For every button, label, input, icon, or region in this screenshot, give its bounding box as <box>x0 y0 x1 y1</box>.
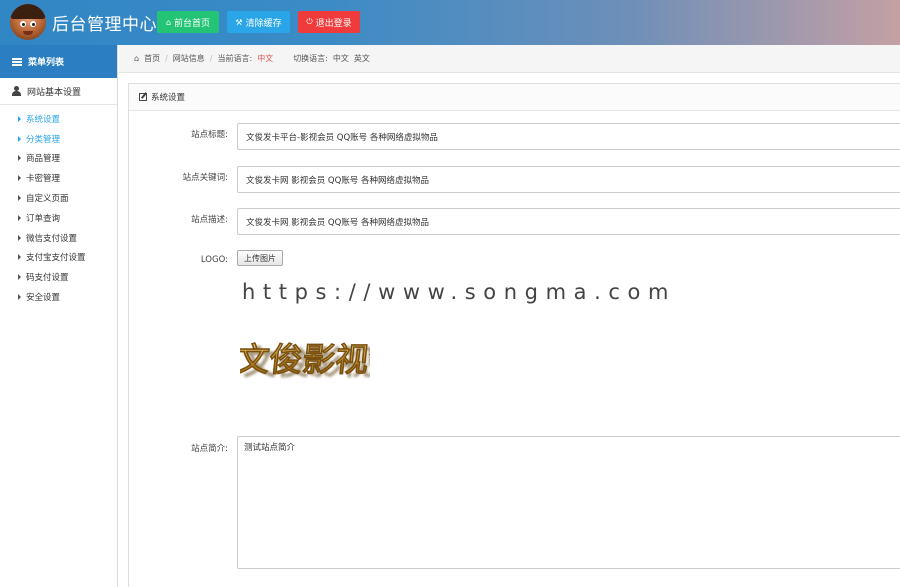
breadcrumb-section[interactable]: 网站信息 <box>173 53 205 64</box>
menu-heading: 菜单列表 <box>0 45 117 78</box>
caret-right-icon <box>18 294 21 301</box>
sidebar-group-site-settings[interactable]: 网站基本设置 <box>0 78 117 105</box>
sidebar-item-system-settings[interactable]: 系统设置 <box>0 109 117 129</box>
home-icon: ⌂ <box>134 54 140 63</box>
description-input[interactable]: 文俊发卡网 影视会员 QQ账号 各种网络虚拟物品 <box>237 208 900 235</box>
logout-button[interactable]: ⏻ 退出登录 <box>298 11 360 33</box>
wrench-icon: ⚒ <box>235 17 243 27</box>
sidebar-item-security[interactable]: 安全设置 <box>0 287 117 307</box>
site-title-input[interactable]: 文俊发卡平台-影视会员 QQ账号 各种网络虚拟物品 <box>237 123 900 150</box>
logo-label: LOGO: <box>200 255 228 265</box>
top-header: 后台管理中心 ⌂ 前台首页 ⚒ 清除缓存 ⏻ 退出登录 <box>0 0 900 45</box>
language-chinese-link[interactable]: 中文 <box>333 53 349 64</box>
current-language-label: 当前语言: <box>217 54 253 63</box>
svg-text:文俊影视会员: 文俊影视会员 <box>240 340 370 379</box>
user-icon <box>12 86 21 96</box>
caret-right-icon <box>18 175 21 182</box>
upload-image-button[interactable]: 上传图片 <box>237 250 283 266</box>
breadcrumb-home[interactable]: 首页 <box>144 53 160 64</box>
intro-textarea[interactable]: 测试站点简介 <box>237 436 900 569</box>
sidebar-item-wechat-pay[interactable]: 微信支付设置 <box>0 228 117 248</box>
frontend-home-button[interactable]: ⌂ 前台首页 <box>157 11 219 33</box>
keywords-label: 站点关键词: <box>182 173 228 183</box>
caret-right-icon <box>18 274 21 281</box>
caret-right-icon <box>18 115 21 122</box>
power-icon: ⏻ <box>306 17 313 26</box>
breadcrumb-separator: / <box>209 54 213 63</box>
switch-language-label: 切换语言: <box>293 54 328 63</box>
caret-right-icon <box>18 195 21 202</box>
watermark-text: https://www.songma.com <box>242 280 677 304</box>
sidebar-item-cards[interactable]: 卡密管理 <box>0 168 117 188</box>
clear-cache-button[interactable]: ⚒ 清除缓存 <box>227 11 290 33</box>
home-icon: ⌂ <box>165 17 172 27</box>
avatar <box>10 4 46 40</box>
intro-label: 站点简介: <box>191 444 228 454</box>
sidebar: 菜单列表 网站基本设置 系统设置 分类管理 商品管理 卡密管理 自定义页面 订单… <box>0 45 118 587</box>
caret-right-icon <box>18 214 21 221</box>
sidebar-item-custom-pages[interactable]: 自定义页面 <box>0 188 117 208</box>
sidebar-item-orders[interactable]: 订单查询 <box>0 208 117 228</box>
edit-icon <box>139 93 147 101</box>
breadcrumb: ⌂ 首页 / 网站信息 / 当前语言: 中文 切换语言: 中文 英文 <box>119 45 900 73</box>
caret-right-icon <box>18 234 21 241</box>
app-title: 后台管理中心 <box>52 15 157 35</box>
keywords-input[interactable]: 文俊发卡网 影视会员 QQ账号 各种网络虚拟物品 <box>237 166 900 193</box>
sidebar-item-alipay[interactable]: 支付宝支付设置 <box>0 248 117 268</box>
caret-right-icon <box>18 135 21 142</box>
caret-right-icon <box>18 155 21 162</box>
language-english-link[interactable]: 英文 <box>354 53 370 64</box>
description-label: 站点描述: <box>191 215 228 225</box>
sidebar-item-category[interactable]: 分类管理 <box>0 129 117 149</box>
sidebar-item-code-pay[interactable]: 码支付设置 <box>0 267 117 287</box>
panel-heading: 系统设置 <box>129 84 900 111</box>
list-icon <box>12 57 22 66</box>
breadcrumb-separator: / <box>165 54 168 63</box>
sidebar-submenu: 系统设置 分类管理 商品管理 卡密管理 自定义页面 订单查询 微信支付设置 支付… <box>0 105 117 307</box>
logo-image: 文俊影视会员 文俊影视会员 <box>240 340 370 382</box>
caret-right-icon <box>18 254 21 261</box>
site-title-label: 站点标题: <box>191 130 228 140</box>
current-language: 中文 <box>257 54 274 63</box>
sidebar-item-products[interactable]: 商品管理 <box>0 149 117 169</box>
